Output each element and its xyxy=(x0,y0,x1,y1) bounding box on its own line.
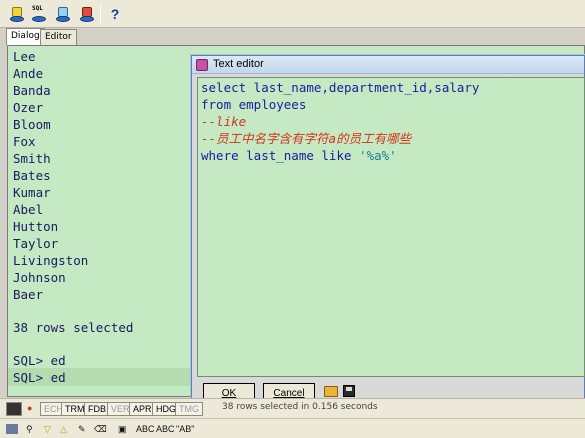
code-comment: --员工中名字含有字符a的员工有哪些 xyxy=(201,131,412,146)
eraser-icon[interactable]: ⌫ xyxy=(94,422,107,436)
output-line: Taylor xyxy=(13,236,59,251)
tab-dialog[interactable]: Dialog xyxy=(6,28,45,45)
output-line: Fox xyxy=(13,134,36,149)
stop-icon[interactable]: ● xyxy=(24,402,36,416)
editor-titlebar[interactable]: Text editor xyxy=(192,56,584,74)
sql-prompt: SQL> ed xyxy=(13,353,66,368)
options-bar: ● ECH TRM FDB VER APR HDG TMG 38 rows se… xyxy=(0,398,585,418)
output-line: Baer xyxy=(13,287,44,302)
code-line: select last_name,department_id,salary xyxy=(201,80,480,95)
db-connect-icon[interactable] xyxy=(8,5,26,23)
help-icon[interactable]: ? xyxy=(106,5,124,23)
output-line: Ozer xyxy=(13,100,44,115)
binoculars-icon[interactable]: ⚲ xyxy=(26,422,33,436)
clipboard-icon[interactable]: ▣ xyxy=(118,422,127,436)
arrow-down-icon[interactable]: ▽ xyxy=(44,422,51,436)
highlighter-icon[interactable]: ✎ xyxy=(78,422,86,436)
output-line: Smith xyxy=(13,151,51,166)
db-refresh-icon[interactable] xyxy=(78,5,96,23)
code-comment: --like xyxy=(201,114,247,129)
output-line: Hutton xyxy=(13,219,59,234)
rows-selected-text: 38 rows selected xyxy=(13,320,134,335)
text-editor-window[interactable]: Text editor select last_name,department_… xyxy=(191,55,585,409)
main-toolbar: SQL ? xyxy=(0,0,585,28)
abc-uppercase-button[interactable]: ABC xyxy=(136,422,155,436)
output-line: Johnson xyxy=(13,270,66,285)
output-line: Livingston xyxy=(13,253,89,268)
output-line: Ande xyxy=(13,66,44,81)
output-line: Kumar xyxy=(13,185,51,200)
quote-button[interactable]: "AB" xyxy=(176,422,194,436)
tab-editor[interactable]: Editor xyxy=(40,29,77,45)
toggle-tmg[interactable]: TMG xyxy=(175,402,203,416)
db-sql-icon[interactable]: SQL xyxy=(30,5,48,23)
code-where-clause: where last_name like xyxy=(201,148,360,163)
output-line: Abel xyxy=(13,202,44,217)
editor-app-icon xyxy=(196,59,208,71)
editing-toolbar: ⚲ ▽ △ ✎ ⌫ ▣ ABC ABC "AB" xyxy=(0,418,585,438)
output-line: Bates xyxy=(13,168,51,183)
output-line: Lee xyxy=(13,49,36,64)
page-icon[interactable] xyxy=(6,424,18,434)
output-mode-icon[interactable] xyxy=(6,402,22,416)
code-line: where last_name like '%a%' xyxy=(201,147,397,164)
status-message: 38 rows selected in 0.156 seconds xyxy=(222,402,378,412)
sql-tag: SQL xyxy=(32,5,43,12)
open-folder-icon[interactable] xyxy=(324,386,338,397)
arrow-up-icon[interactable]: △ xyxy=(60,422,67,436)
output-line: Bloom xyxy=(13,117,51,132)
db-disconnect-icon[interactable] xyxy=(54,5,72,23)
editor-textarea[interactable]: select last_name,department_id,salary fr… xyxy=(197,77,585,377)
output-line: Banda xyxy=(13,83,51,98)
editor-title: Text editor xyxy=(213,58,264,70)
code-string-literal: '%a%' xyxy=(359,148,397,163)
sql-prompt: SQL> ed xyxy=(13,370,66,385)
code-line: from employees xyxy=(201,97,307,112)
abc-lowercase-button[interactable]: ABC xyxy=(156,422,175,436)
toolbar-separator xyxy=(100,4,101,24)
save-icon[interactable] xyxy=(343,385,355,397)
